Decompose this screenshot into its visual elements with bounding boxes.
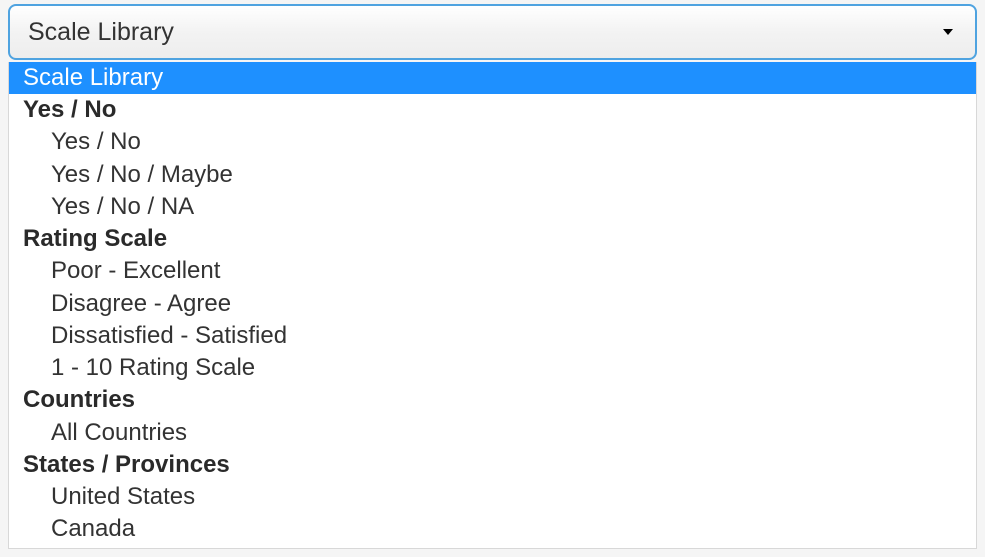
group-rating-scale: Rating Scale [9, 223, 976, 255]
option-united-states[interactable]: United States [9, 481, 976, 513]
scale-library-dropdown: Scale Library Yes / No Yes / No Yes / No… [8, 62, 977, 549]
chevron-down-icon [943, 29, 953, 35]
option-yes-no-maybe[interactable]: Yes / No / Maybe [9, 159, 976, 191]
group-yes-no: Yes / No [9, 94, 976, 126]
scale-library-select[interactable]: Scale Library [8, 4, 977, 60]
group-states-provinces: States / Provinces [9, 449, 976, 481]
option-yes-no-na[interactable]: Yes / No / NA [9, 191, 976, 223]
option-1-10-rating[interactable]: 1 - 10 Rating Scale [9, 352, 976, 384]
option-scale-library[interactable]: Scale Library [9, 62, 976, 94]
option-yes-no[interactable]: Yes / No [9, 126, 976, 158]
group-countries: Countries [9, 384, 976, 416]
option-canada[interactable]: Canada [9, 513, 976, 545]
option-poor-excellent[interactable]: Poor - Excellent [9, 255, 976, 287]
option-disagree-agree[interactable]: Disagree - Agree [9, 288, 976, 320]
select-value: Scale Library [28, 18, 174, 47]
option-dissatisfied-satisfied[interactable]: Dissatisfied - Satisfied [9, 320, 976, 352]
option-all-countries[interactable]: All Countries [9, 417, 976, 449]
